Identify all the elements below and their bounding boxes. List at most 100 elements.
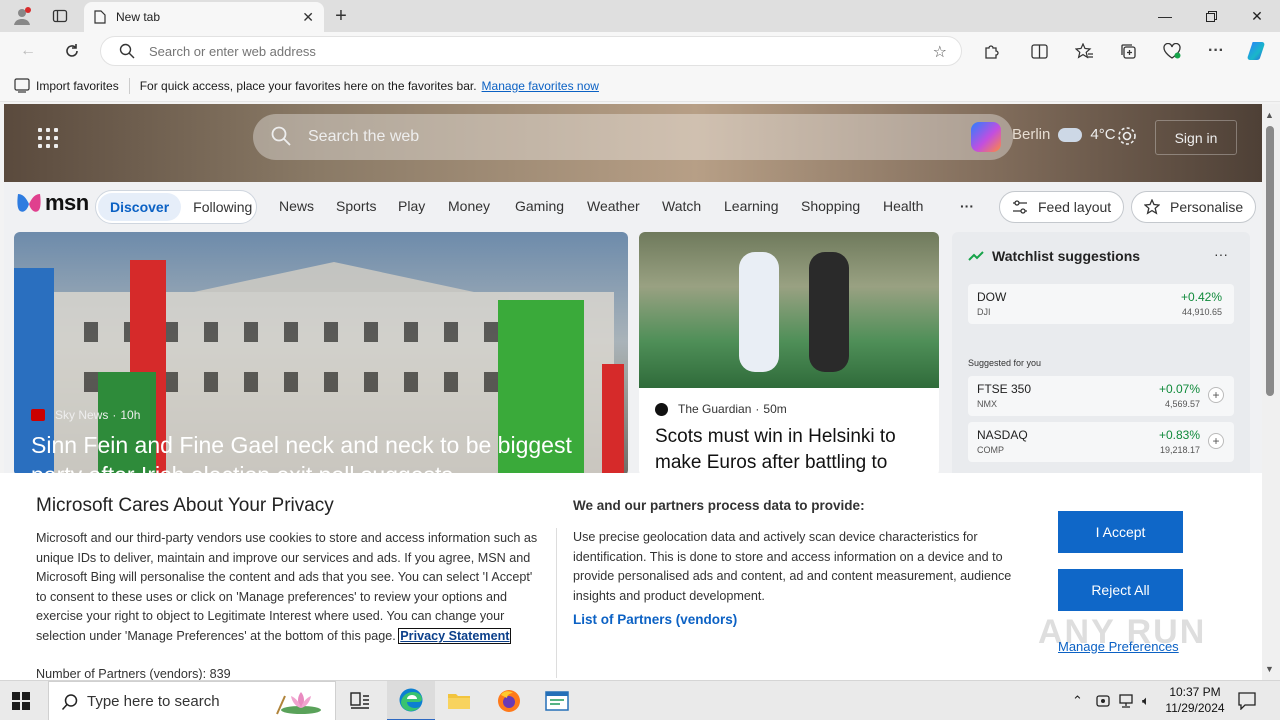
nav-sports[interactable]: Sports <box>336 198 376 214</box>
apps-launcher-icon[interactable] <box>38 128 58 148</box>
plus-icon: + <box>335 4 347 27</box>
nav-money[interactable]: Money <box>448 198 490 214</box>
divider <box>556 528 557 678</box>
tab-actions-button[interactable] <box>46 0 74 32</box>
stock-symbol: FTSE 350 <box>977 382 1032 396</box>
network-icon[interactable] <box>1118 693 1134 712</box>
settings-and-more-button[interactable]: ··· <box>1202 37 1230 65</box>
restore-button[interactable] <box>1188 0 1234 32</box>
clock-date: 11/29/2024 <box>1165 701 1225 715</box>
clock-time: 10:37 PM <box>1169 685 1221 699</box>
scroll-down-icon[interactable]: ▼ <box>1265 664 1274 674</box>
nav-health[interactable]: Health <box>883 198 923 214</box>
city-label: Berlin <box>1012 126 1051 143</box>
list-of-partners-link[interactable]: List of Partners (vendors) <box>573 612 737 627</box>
feed-layout-button[interactable]: Feed layout <box>999 191 1125 223</box>
add-to-watchlist-icon[interactable]: + <box>1208 387 1224 403</box>
watchlist-card: Watchlist suggestions ··· DOW DJI +0.42%… <box>952 232 1250 482</box>
tab-discover[interactable]: Discover <box>98 193 182 221</box>
watchlist-more-button[interactable]: ··· <box>1214 246 1228 262</box>
nav-watch[interactable]: Watch <box>662 198 701 214</box>
close-window-button[interactable]: ✕ <box>1234 0 1280 32</box>
copilot-button[interactable] <box>1243 37 1271 65</box>
copilot-search-icon[interactable] <box>971 122 1001 152</box>
nav-gaming[interactable]: Gaming <box>515 198 564 214</box>
news-card[interactable]: The Guardian · 50m Scots must win in Hel… <box>639 232 939 476</box>
address-input[interactable] <box>149 43 909 59</box>
nav-more[interactable]: ··· <box>960 198 974 214</box>
stock-row-dow[interactable]: DOW DJI +0.42% 44,910.65 <box>968 284 1234 324</box>
accept-button[interactable]: I Accept <box>1058 511 1183 553</box>
cloud-icon <box>1058 127 1083 142</box>
weather-widget[interactable]: Berlin 4°C <box>1012 126 1116 143</box>
favorite-star-icon[interactable]: ☆ <box>933 42 947 62</box>
browser-essentials-button[interactable] <box>1158 37 1186 65</box>
windows-icon <box>12 692 30 710</box>
refresh-button[interactable] <box>58 37 86 65</box>
folder-icon <box>448 694 470 709</box>
add-to-watchlist-icon[interactable]: + <box>1208 433 1224 449</box>
system-clock[interactable]: 10:37 PM 11/29/2024 <box>1162 684 1228 716</box>
manage-preferences-link[interactable]: Manage Preferences <box>1058 639 1179 654</box>
page-scrollbar[interactable]: ▲ ▼ <box>1262 104 1280 680</box>
news-headline[interactable]: Scots must win in Helsinki to make Euros… <box>655 424 930 476</box>
minimize-icon: — <box>1158 8 1172 24</box>
nav-weather[interactable]: Weather <box>587 198 640 214</box>
back-button[interactable]: ← <box>14 37 42 65</box>
task-view-icon <box>350 692 369 709</box>
start-button[interactable] <box>12 692 30 713</box>
split-screen-button[interactable] <box>1025 37 1053 65</box>
import-icon <box>14 78 30 93</box>
firefox-button[interactable] <box>485 681 533 720</box>
reject-all-button[interactable]: Reject All <box>1058 569 1183 611</box>
nav-news[interactable]: News <box>279 198 314 214</box>
hero-news-card[interactable]: Sky News · 10h Sinn Fein and Fine Gael n… <box>14 232 628 476</box>
close-tab-icon[interactable]: ✕ <box>302 9 314 26</box>
collections-button[interactable] <box>1114 37 1142 65</box>
new-tab-button[interactable]: + <box>330 0 352 32</box>
privacy-statement-link[interactable]: Privacy Statement <box>398 627 512 644</box>
app-window-button[interactable] <box>533 681 581 720</box>
edge-taskbar-button[interactable] <box>387 681 435 720</box>
task-view-button[interactable] <box>336 681 384 720</box>
nav-learning[interactable]: Learning <box>724 198 779 214</box>
msn-logo[interactable]: msn <box>16 190 89 216</box>
show-hidden-icons-button[interactable]: ⌃ <box>1072 693 1083 709</box>
edge-icon <box>399 688 423 712</box>
tab-new-tab[interactable]: New tab ✕ <box>84 2 324 32</box>
file-explorer-button[interactable] <box>435 681 483 720</box>
stock-change: +0.42% <box>1180 290 1222 304</box>
favorites-button[interactable] <box>1070 37 1098 65</box>
stock-exchange: DJI <box>977 307 991 317</box>
extensions-icon <box>984 44 999 59</box>
notifications-button[interactable] <box>1238 692 1256 713</box>
guardian-logo <box>655 402 668 416</box>
taskbar-search[interactable]: Type here to search <box>48 681 336 720</box>
web-search-box[interactable]: Search the web <box>253 114 1013 160</box>
copilot-icon <box>1247 42 1265 60</box>
favorites-icon <box>1075 42 1093 59</box>
page-settings-button[interactable] <box>1116 125 1138 150</box>
personalise-label: Personalise <box>1170 199 1244 215</box>
nav-shopping[interactable]: Shopping <box>801 198 860 214</box>
device-icon[interactable] <box>1096 693 1110 712</box>
scrollbar-thumb[interactable] <box>1266 126 1274 396</box>
navigation-bar: ← ☆ ··· <box>0 32 1280 70</box>
extensions-button[interactable] <box>977 37 1005 65</box>
scroll-up-icon[interactable]: ▲ <box>1265 110 1274 120</box>
hero-headline[interactable]: Sinn Fein and Fine Gael neck and neck to… <box>31 430 621 476</box>
minimize-button[interactable]: — <box>1142 0 1188 32</box>
profile-button[interactable] <box>8 0 36 32</box>
volume-icon[interactable]: 🔈︎ <box>1142 693 1150 709</box>
tab-following[interactable]: Following <box>181 199 264 215</box>
heartbeat-icon <box>1163 43 1181 59</box>
import-favorites-button[interactable]: Import favorites <box>14 78 119 93</box>
address-bar[interactable]: ☆ <box>100 36 962 66</box>
temperature: 4°C <box>1090 126 1116 143</box>
nav-play[interactable]: Play <box>398 198 425 214</box>
stock-row-ftse[interactable]: FTSE 350 NMX +0.07% 4,569.57 + <box>968 376 1234 416</box>
stock-row-nasdaq[interactable]: NASDAQ COMP +0.83% 19,218.17 + <box>968 422 1234 462</box>
manage-favorites-link[interactable]: Manage favorites now <box>482 79 599 93</box>
sign-in-button[interactable]: Sign in <box>1155 120 1237 155</box>
personalise-button[interactable]: Personalise <box>1131 191 1257 223</box>
